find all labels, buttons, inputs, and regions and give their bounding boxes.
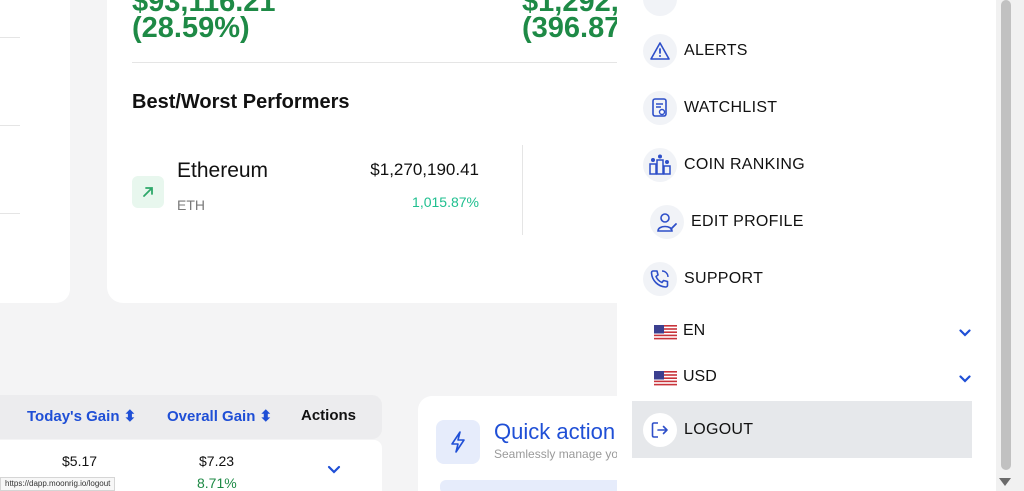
alert-triangle-icon	[643, 33, 677, 68]
quick-action-button[interactable]	[440, 480, 640, 491]
side-card	[0, 0, 70, 303]
quick-action-subtitle: Seamlessly manage yo	[494, 447, 619, 461]
best-performer-value: $1,270,190.41	[370, 160, 479, 179]
scroll-down-icon[interactable]	[998, 477, 1012, 487]
scrollbar-thumb[interactable]	[1001, 0, 1011, 470]
divider	[0, 213, 20, 214]
nav-drawer: ALERTS WATCHLIST COIN RANKING EDIT PROFI…	[617, 0, 996, 491]
sort-icon: ⬍	[123, 408, 137, 425]
portfolio-summary-card	[107, 0, 667, 303]
divider	[0, 37, 20, 38]
actions-header: Actions	[301, 407, 357, 424]
performers-title: Best/Worst Performers	[132, 91, 350, 113]
arrow-up-right-icon	[132, 176, 164, 208]
menu-label: EDIT PROFILE	[691, 212, 804, 230]
currency-value: USD	[683, 368, 717, 385]
menu-label: SUPPORT	[684, 269, 764, 287]
performer-divider	[522, 145, 523, 235]
us-flag-icon	[654, 371, 677, 387]
logout-icon	[643, 412, 677, 447]
menu-label: LOGOUT	[684, 420, 754, 438]
ranking-icon	[643, 147, 677, 182]
todays-gain-cell: $5.17	[62, 453, 98, 469]
gain-2-percent: (396.87	[522, 12, 621, 44]
menu-item-alerts[interactable]: ALERTS	[617, 22, 996, 79]
menu-item-logout[interactable]: LOGOUT	[617, 401, 996, 458]
menu-item-support[interactable]: SUPPORT	[617, 250, 996, 307]
lightning-icon	[436, 420, 480, 464]
language-value: EN	[683, 322, 706, 339]
menu-item-watchlist[interactable]: WATCHLIST	[617, 79, 996, 136]
phone-icon	[643, 261, 677, 296]
watchlist-icon	[643, 90, 677, 125]
divider	[0, 125, 20, 126]
us-flag-icon	[654, 325, 677, 341]
best-performer-symbol: ETH	[177, 197, 205, 213]
best-performer-change: 1,015.87%	[412, 194, 479, 210]
back-icon[interactable]	[643, 0, 677, 16]
menu-item-coin-ranking[interactable]: COIN RANKING	[617, 136, 996, 193]
todays-gain-header[interactable]: Today's Gain ⬍	[27, 407, 136, 425]
user-edit-icon	[650, 204, 684, 239]
chevron-down-icon	[959, 375, 971, 383]
overall-gain-cell: $7.23	[199, 453, 235, 469]
expand-row-button[interactable]	[327, 462, 341, 480]
language-select[interactable]: EN	[617, 317, 996, 347]
overall-gain-percent: 8.71%	[197, 475, 237, 491]
currency-select[interactable]: USD	[617, 363, 996, 393]
sort-icon: ⬍	[259, 408, 273, 425]
best-performer-name: Ethereum	[177, 159, 269, 182]
gain-1-percent: (28.59%)	[132, 12, 250, 44]
quick-action-title: Quick action	[494, 419, 616, 444]
menu-item-edit-profile[interactable]: EDIT PROFILE	[617, 193, 996, 250]
menu-label: ALERTS	[684, 41, 748, 59]
chevron-down-icon	[327, 465, 341, 474]
overall-gain-header[interactable]: Overall Gain ⬍	[167, 407, 272, 425]
chevron-down-icon	[959, 329, 971, 337]
status-url: https://dapp.moonrig.io/logout	[0, 477, 116, 491]
menu-label: COIN RANKING	[684, 155, 805, 173]
menu-label: WATCHLIST	[684, 98, 778, 116]
summary-divider	[132, 62, 632, 63]
